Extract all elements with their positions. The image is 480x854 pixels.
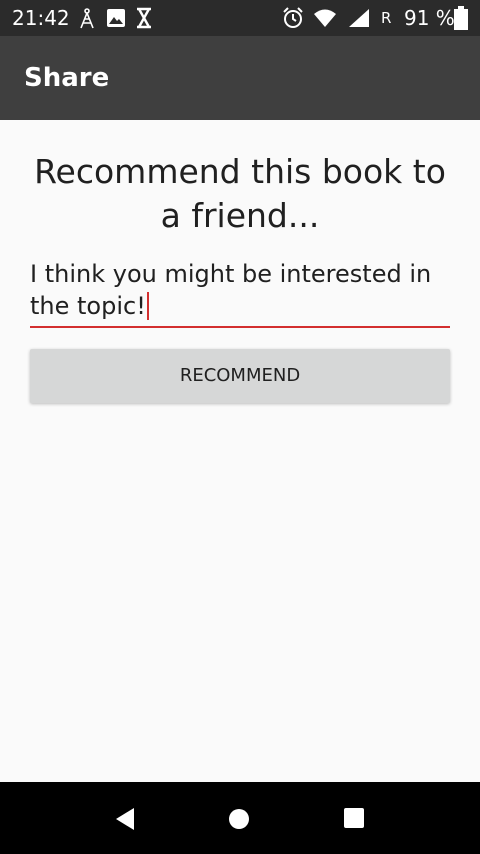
network-type-label: R xyxy=(381,9,392,27)
home-icon[interactable] xyxy=(228,808,250,830)
recommend-button[interactable]: RECOMMEND xyxy=(30,349,450,403)
alarm-icon xyxy=(283,7,303,28)
page-heading: Recommend this book to a friend... xyxy=(34,152,446,235)
cellular-signal-icon xyxy=(349,9,369,27)
back-icon[interactable] xyxy=(112,806,138,832)
app-bar-title: Share xyxy=(24,63,110,93)
hourglass-icon xyxy=(137,7,151,29)
message-field[interactable]: I think you might be interested in the t… xyxy=(30,258,450,328)
message-input-value[interactable]: I think you might be interested in the t… xyxy=(30,260,431,320)
text-cursor xyxy=(146,292,149,320)
battery-icon xyxy=(454,6,468,30)
status-time: 21:42 xyxy=(12,6,70,30)
recents-icon[interactable] xyxy=(343,807,365,829)
battery-percent: 91 % xyxy=(404,6,455,30)
signal-tower-icon xyxy=(80,8,94,29)
status-bar: 21:42 R 91 % xyxy=(0,0,480,36)
navigation-bar xyxy=(0,782,480,854)
wifi-icon xyxy=(314,9,336,27)
app-bar: Share xyxy=(0,36,480,120)
image-notification-icon xyxy=(107,9,125,27)
